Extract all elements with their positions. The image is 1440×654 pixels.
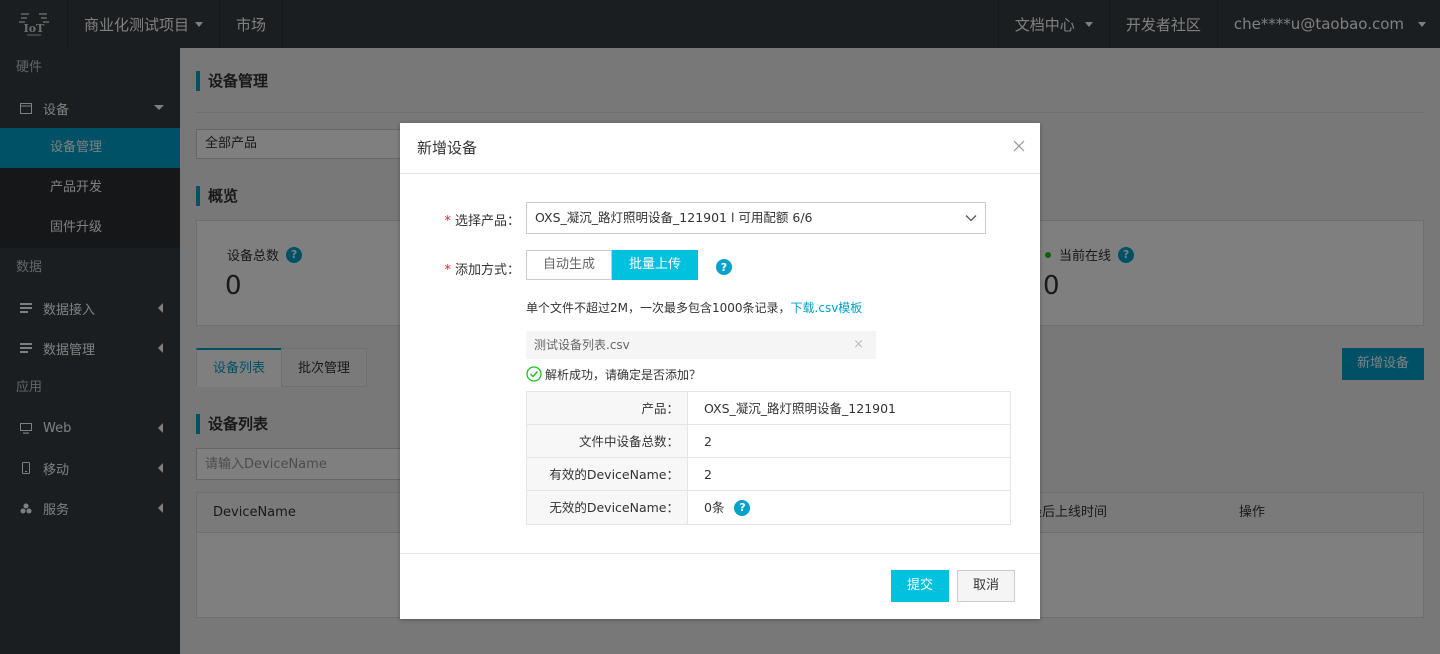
chevron-down-icon (965, 215, 977, 222)
dialog-title: 新增设备 (417, 139, 478, 157)
download-template-link[interactable]: 下载.csv模板 (791, 301, 863, 315)
help-icon[interactable]: ? (734, 499, 751, 516)
check-circle-icon (526, 366, 542, 382)
close-icon[interactable] (1010, 137, 1028, 155)
table-row: 有效的DeviceName： 2 (527, 458, 1010, 491)
upload-hint-text: 单个文件不超过2M，一次最多包含1000条记录， (526, 301, 791, 315)
method-field-label: * 添加方式： (420, 259, 520, 278)
method-auto-generate[interactable]: 自动生成 (526, 250, 613, 280)
parse-result-table: 产品： OXS_凝沉_路灯照明设备_121901 文件中设备总数： 2 有效的D… (526, 391, 1011, 525)
method-field-label-text: 添加方式： (454, 263, 520, 278)
invalid-count: 0条 (704, 500, 725, 515)
remove-file-icon[interactable]: × (853, 331, 864, 359)
info-key: 有效的DeviceName： (527, 458, 688, 490)
info-value: 2 (704, 433, 712, 449)
parse-success-message: 解析成功，请确定是否添加？ (526, 365, 701, 383)
upload-hint: 单个文件不超过2M，一次最多包含1000条记录，下载.csv模板 (526, 299, 862, 316)
table-row: 无效的DeviceName： 0条 ? (527, 491, 1010, 524)
info-key: 文件中设备总数： (527, 425, 688, 457)
table-row: 产品： OXS_凝沉_路灯照明设备_121901 (527, 392, 1010, 425)
add-method-segmented: 自动生成 批量上传 (526, 250, 699, 280)
info-value-invalid: 0条 ? (688, 491, 751, 524)
info-key: 无效的DeviceName： (527, 491, 688, 524)
required-mark: * (444, 263, 451, 278)
product-field-label: * 选择产品： (420, 210, 520, 229)
info-value: OXS_凝沉_路灯照明设备_121901 (704, 400, 897, 416)
product-select-value: OXS_凝沉_路灯照明设备_121901 l 可用配额 6/6 (535, 210, 813, 225)
info-value: 2 (704, 466, 712, 482)
table-row: 文件中设备总数： 2 (527, 425, 1010, 458)
dialog-header: 新增设备 (400, 123, 1040, 174)
cancel-button[interactable]: 取消 (957, 570, 1015, 602)
add-device-dialog: 新增设备 * 选择产品： OXS_凝沉_路灯照明设备_121901 l 可用配额 … (400, 123, 1040, 619)
method-batch-upload[interactable]: 批量上传 (612, 250, 699, 280)
submit-button[interactable]: 提交 (891, 570, 949, 602)
help-icon[interactable]: ? (716, 259, 732, 275)
required-mark: * (444, 214, 451, 229)
info-key: 产品： (527, 392, 688, 424)
uploaded-file: 测试设备列表.csv × (526, 331, 876, 359)
file-name: 测试设备列表.csv (534, 338, 630, 352)
parse-success-text: 解析成功，请确定是否添加？ (545, 367, 702, 382)
product-field-label-text: 选择产品： (454, 214, 520, 229)
product-select[interactable]: OXS_凝沉_路灯照明设备_121901 l 可用配额 6/6 (526, 202, 986, 234)
